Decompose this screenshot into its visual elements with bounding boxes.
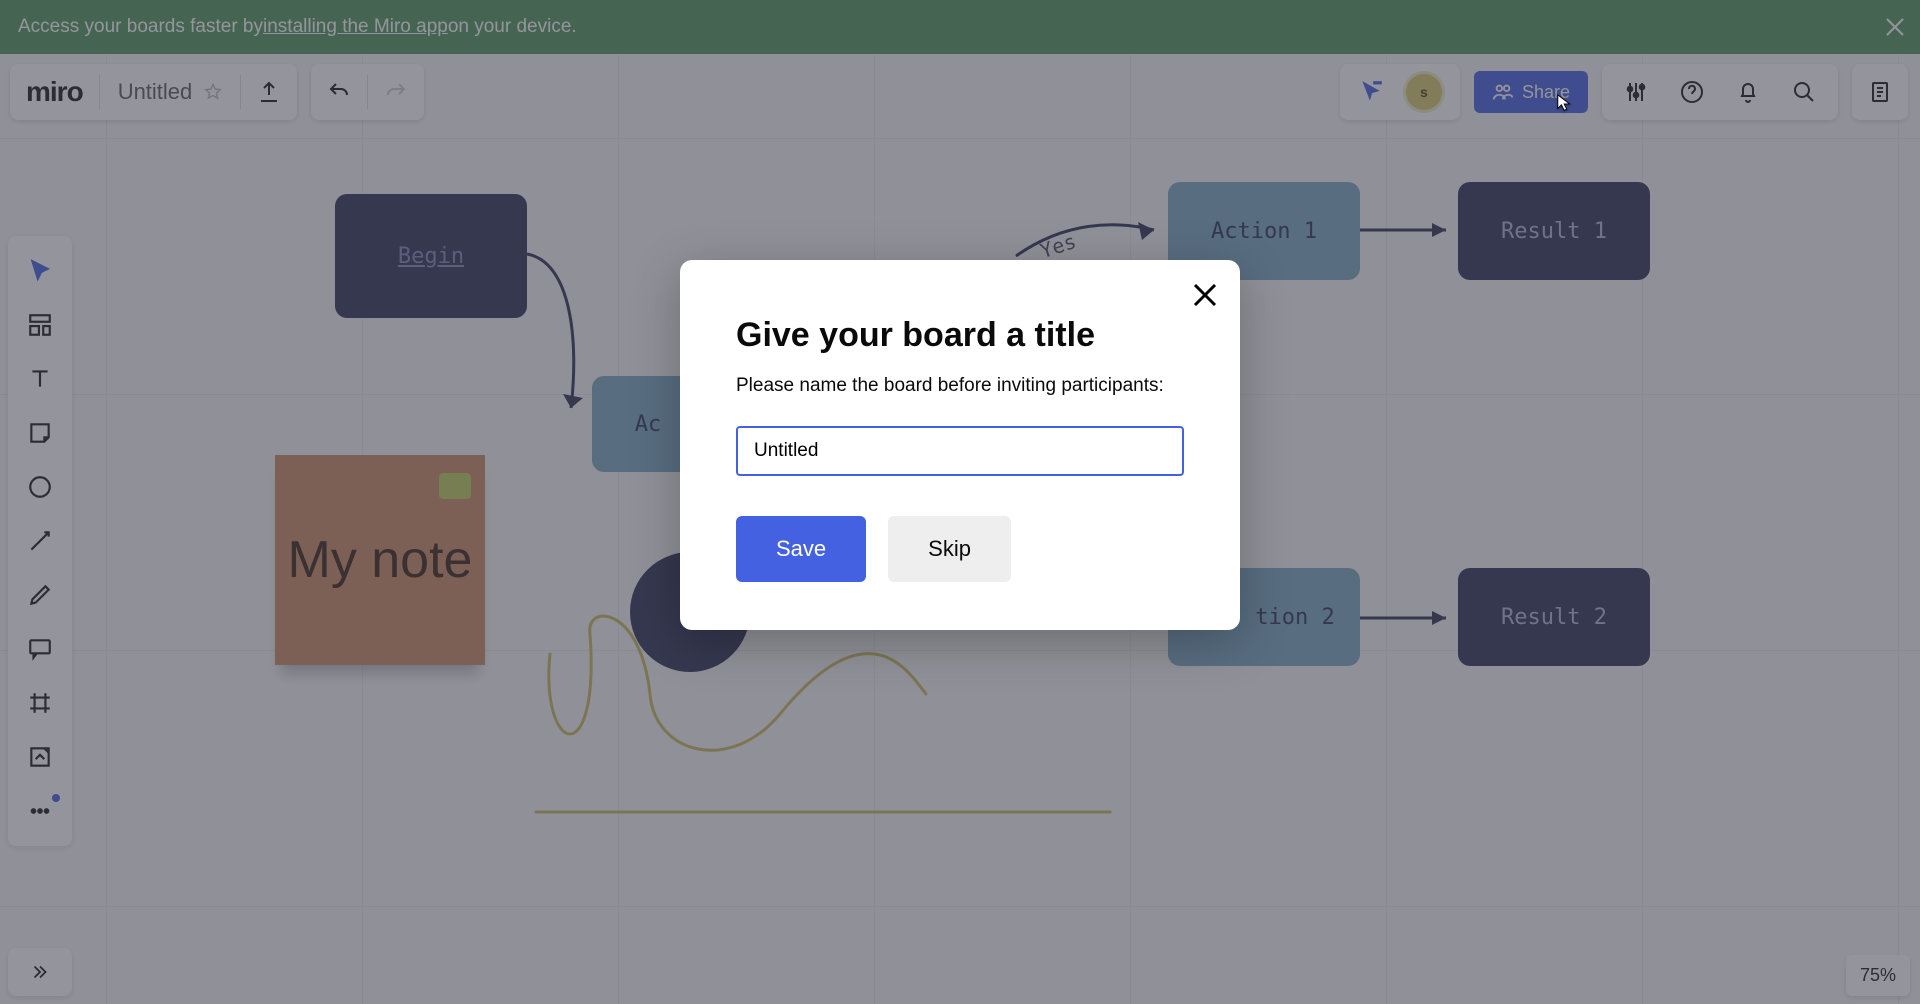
save-button[interactable]: Save bbox=[736, 516, 866, 582]
board-name-input[interactable] bbox=[736, 426, 1184, 476]
modal-body: Please name the board before inviting pa… bbox=[736, 373, 1184, 400]
modal-title: Give your board a title bbox=[736, 316, 1184, 355]
skip-button[interactable]: Skip bbox=[888, 516, 1011, 582]
title-modal: Give your board a title Please name the … bbox=[680, 260, 1240, 630]
close-icon[interactable] bbox=[1190, 280, 1220, 310]
modal-overlay[interactable]: Give your board a title Please name the … bbox=[0, 0, 1920, 1004]
